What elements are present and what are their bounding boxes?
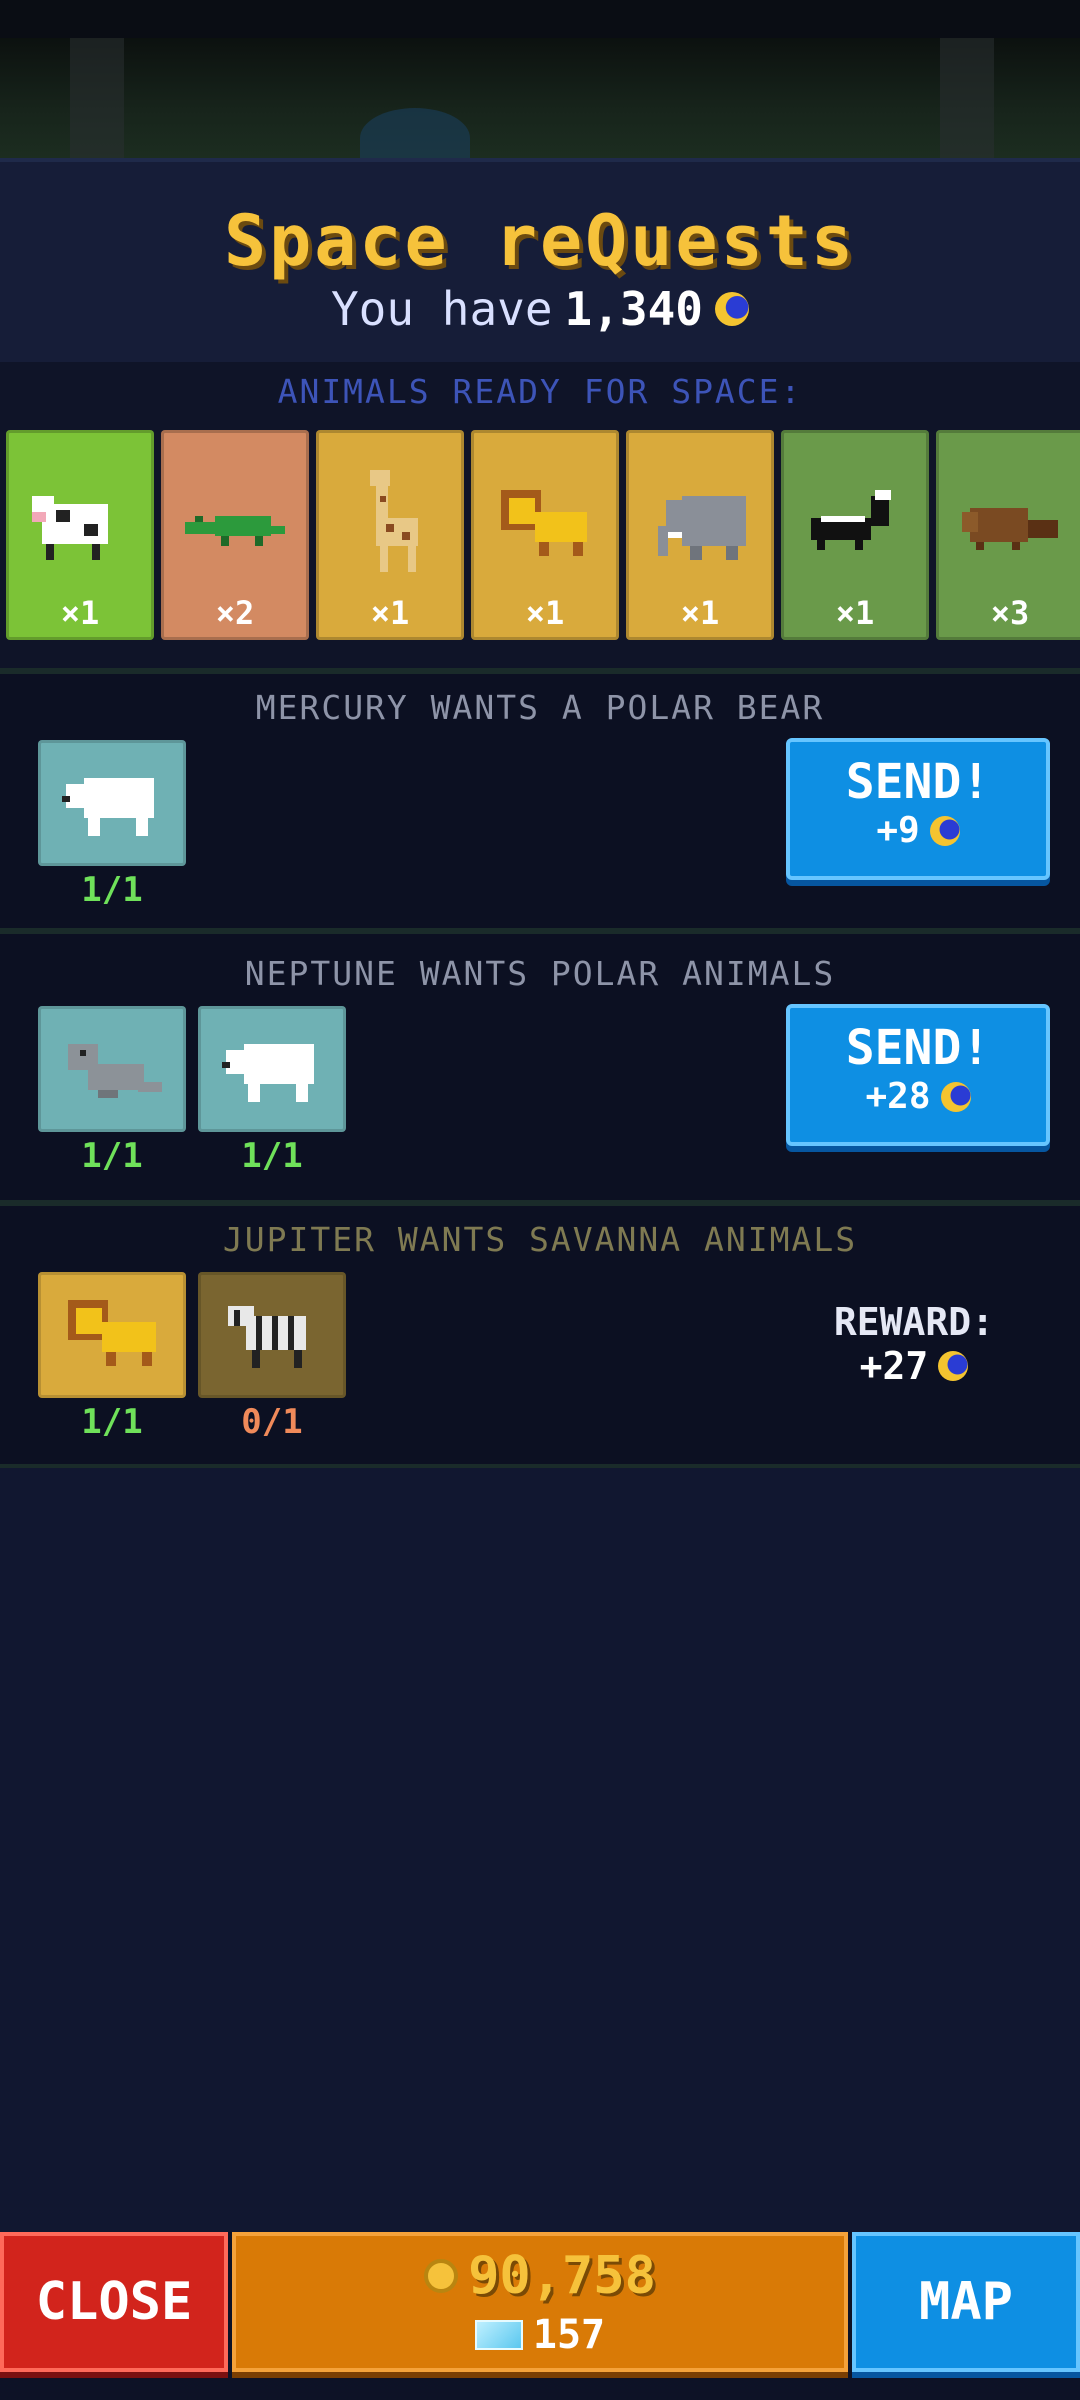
section-divider xyxy=(0,1464,1080,1468)
seal-icon xyxy=(68,1044,162,1098)
request-progress: 1/1 xyxy=(81,870,143,910)
moon-token-icon xyxy=(929,815,960,846)
close-button[interactable]: CLOSE xyxy=(0,2232,228,2372)
lion-icon xyxy=(501,490,587,556)
reward-info: REWARD: +27 xyxy=(786,1300,1042,1388)
request-title: NEPTUNE WANTS POLAR ANIMALS xyxy=(244,954,836,993)
moon-token-icon xyxy=(938,1351,969,1381)
request-progress: 1/1 xyxy=(81,1402,143,1442)
ready-label: ANIMALS READY FOR SPACE: xyxy=(277,372,803,411)
ready-count: ×1 xyxy=(835,594,875,632)
beaver-icon xyxy=(962,508,1058,550)
ready-count: ×1 xyxy=(370,594,410,632)
request-animal-lion xyxy=(38,1272,186,1398)
lion-icon xyxy=(68,1300,156,1366)
ready-tile-lion[interactable]: ×1 xyxy=(471,430,619,640)
ready-tile-crocodile[interactable]: ×2 xyxy=(161,430,309,640)
polar-bear-icon xyxy=(222,1044,314,1102)
send-button-label: SEND! xyxy=(845,1020,991,1076)
request-animal-zebra xyxy=(198,1272,346,1398)
request-animal-seal xyxy=(38,1006,186,1132)
send-button-label: SEND! xyxy=(845,754,991,810)
ready-count: ×2 xyxy=(215,594,255,632)
ready-tile-elephant[interactable]: ×1 xyxy=(626,430,774,640)
send-button[interactable]: SEND! +28 xyxy=(786,1004,1050,1146)
balance-line: You have 1,340 xyxy=(0,282,1080,336)
game-background xyxy=(0,38,1080,158)
request-animal-polar-bear xyxy=(198,1006,346,1132)
background-pillar xyxy=(940,38,994,158)
background-pillar xyxy=(70,38,124,158)
cow-icon xyxy=(32,496,108,560)
currency-panel: 90,758 157 xyxy=(232,2232,848,2372)
giraffe-icon xyxy=(370,470,418,572)
request-animal-polar-bear xyxy=(38,740,186,866)
reward-label: REWARD: xyxy=(833,1300,995,1344)
map-button[interactable]: MAP xyxy=(852,2232,1080,2372)
ready-count: ×1 xyxy=(525,594,565,632)
reward-value: +27 xyxy=(859,1344,929,1388)
ready-tile-cow[interactable]: ×1 xyxy=(6,430,154,640)
zebra-icon xyxy=(228,1306,306,1368)
balance-prefix: You have xyxy=(330,282,553,336)
crocodile-icon xyxy=(185,516,285,546)
send-reward: +28 xyxy=(865,1076,931,1117)
gem-icon xyxy=(474,2320,523,2350)
send-reward: +9 xyxy=(876,810,920,851)
gem-balance: 157 xyxy=(532,2312,606,2358)
background-creature xyxy=(360,108,470,158)
coin-balance: 90,758 xyxy=(468,2246,656,2306)
polar-bear-icon xyxy=(62,778,154,836)
request-title: JUPITER WANTS SAVANNA ANIMALS xyxy=(222,1220,858,1259)
request-progress: 0/1 xyxy=(241,1402,303,1442)
ready-tile-beaver[interactable]: ×3 xyxy=(936,430,1080,640)
ready-count: ×1 xyxy=(60,594,100,632)
skunk-icon xyxy=(811,490,891,550)
ready-tile-giraffe[interactable]: ×1 xyxy=(316,430,464,640)
request-title: MERCURY WANTS A POLAR BEAR xyxy=(255,688,825,727)
status-strip xyxy=(0,0,1080,38)
request-progress: 1/1 xyxy=(241,1136,303,1176)
elephant-icon xyxy=(658,496,746,560)
moon-token-icon xyxy=(940,1081,971,1112)
ready-tile-skunk[interactable]: ×1 xyxy=(781,430,929,640)
coin-icon xyxy=(424,2259,459,2293)
request-progress: 1/1 xyxy=(81,1136,143,1176)
page-title: Space reQuests xyxy=(223,200,856,282)
moon-token-icon xyxy=(715,292,750,326)
ready-count: ×1 xyxy=(680,594,720,632)
balance-value: 1,340 xyxy=(564,282,704,336)
send-button[interactable]: SEND! +9 xyxy=(786,738,1050,880)
ready-count: ×3 xyxy=(990,594,1030,632)
